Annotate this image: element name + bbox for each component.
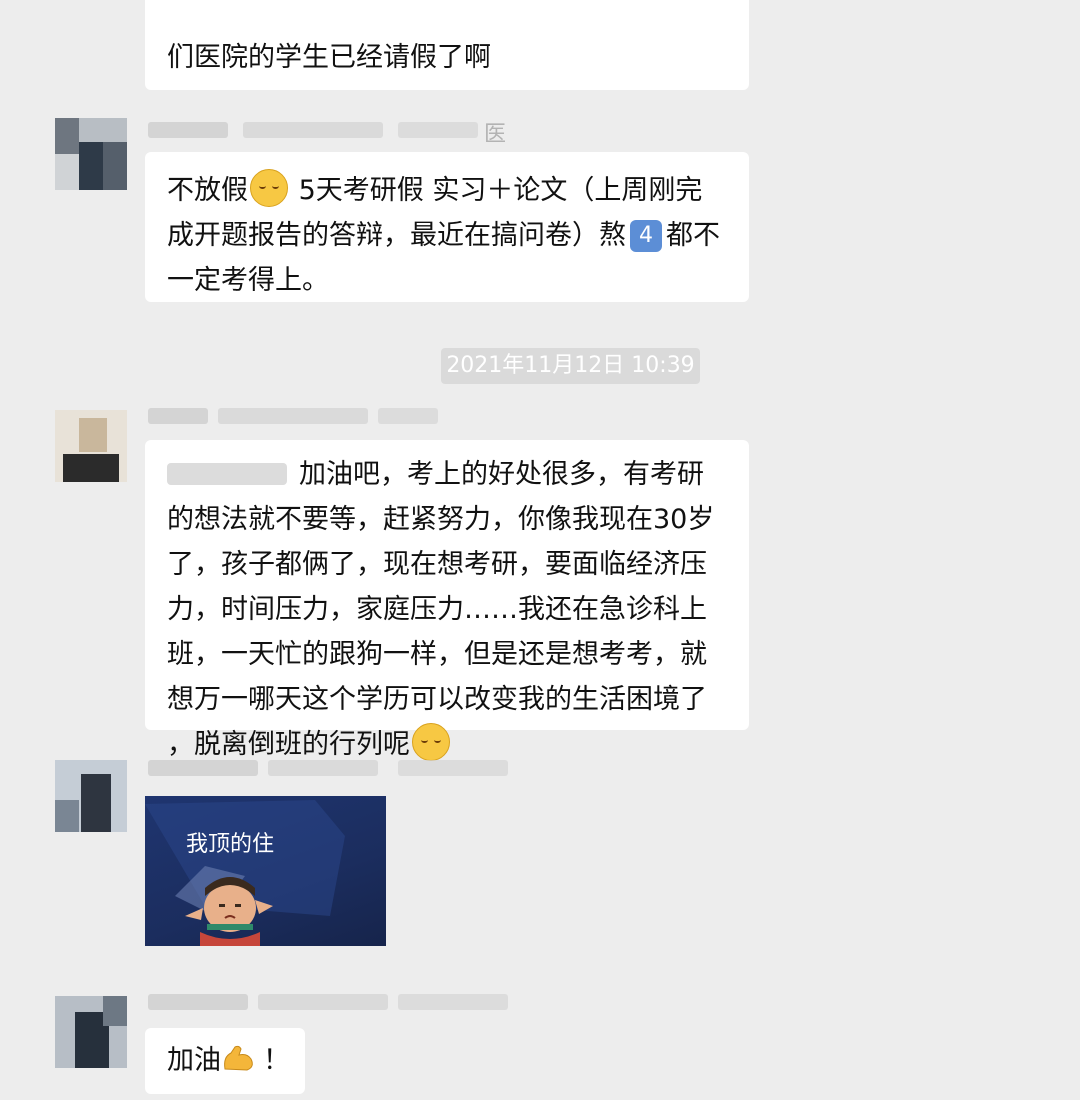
message-text: 们医院的学生已经请假了啊 <box>167 42 491 73</box>
flexed-biceps-icon <box>224 1045 253 1071</box>
message-text: 一定考得上。 <box>167 265 329 296</box>
message-text: 班，一天忙的跟狗一样，但是还是想考考，就 <box>167 639 707 670</box>
message-text: 了，孩子都俩了，现在想考研，要面临经济压 <box>167 549 707 580</box>
chat-window: 们医院的学生已经请假了啊 医 不放假 5天考研假 实习＋论文（上周刚完 成开题报… <box>0 0 1080 1100</box>
grinning-face-icon <box>250 169 288 207</box>
message-text: 加油吧，考上的好处很多，有考研 <box>299 459 704 490</box>
message-text: 的想法就不要等，赶紧努力，你像我现在30岁 <box>167 504 715 535</box>
sender-name: 医 <box>148 114 518 144</box>
avatar[interactable] <box>55 996 127 1068</box>
message-text: 成开题报告的答辩，最近在搞问卷）熬 <box>167 220 626 251</box>
message-bubble-2[interactable]: 不放假 5天考研假 实习＋论文（上周刚完 成开题报告的答辩，最近在搞问卷）熬 4 都… <box>145 152 749 302</box>
avatar[interactable] <box>55 760 127 832</box>
message-text: 不放假 <box>167 175 248 206</box>
avatar[interactable] <box>55 410 127 482</box>
message-bubble-1[interactable]: 们医院的学生已经请假了啊 <box>145 0 749 90</box>
message-bubble-3[interactable]: 加油吧，考上的好处很多，有考研 的想法就不要等，赶紧努力，你像我现在30岁 了，… <box>145 440 749 761</box>
message-text: ！ <box>263 1045 290 1076</box>
message-text: 都不 <box>666 220 720 251</box>
message-text: 想万一哪天这个学历可以改变我的生活困境了 <box>167 684 707 715</box>
keycap-4-icon: 4 <box>630 220 662 252</box>
sticker-caption: 我顶的住 <box>185 832 274 857</box>
message-text: 力，时间压力，家庭压力……我还在急诊科上 <box>167 594 707 625</box>
timestamp-divider: 2021年11月12日 10:39 <box>441 348 700 384</box>
sender-name <box>148 986 518 1016</box>
redacted-mention <box>167 463 287 485</box>
message-bubble-5[interactable]: 加油 ！ <box>145 1028 305 1094</box>
sender-name <box>148 400 518 430</box>
message-text: 加油 <box>167 1045 221 1076</box>
message-text: 5天考研假 实习＋论文（上周刚完 <box>290 175 703 206</box>
sender-name-suffix: 医 <box>484 122 507 144</box>
sticker-illustration <box>145 800 345 946</box>
sticker-image[interactable]: 我顶的住 <box>145 796 386 946</box>
sender-name <box>148 752 518 782</box>
avatar[interactable] <box>55 118 127 190</box>
